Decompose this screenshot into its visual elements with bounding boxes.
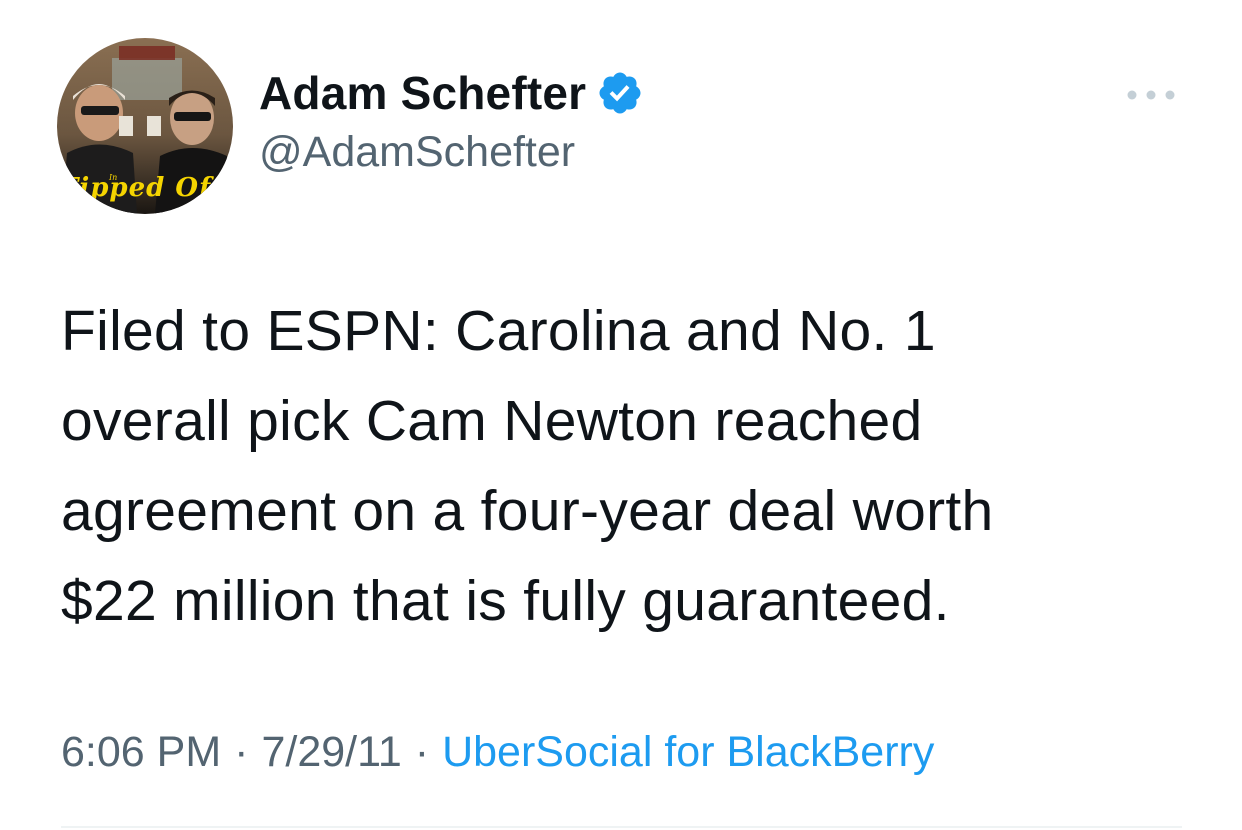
author-block: Adam Schefter @AdamSchefter	[259, 62, 644, 177]
meta-separator: ·	[414, 728, 430, 776]
verified-badge-icon	[596, 69, 644, 117]
author-handle[interactable]: @AdamSchefter	[259, 128, 644, 177]
tweet-source-link[interactable]: UberSocial for BlackBerry	[442, 728, 934, 777]
more-horizontal-icon	[1127, 90, 1175, 100]
tweet-metadata: 6:06 PM · 7/29/11 · UberSocial for Black…	[61, 728, 934, 777]
name-row: Adam Schefter	[259, 62, 644, 124]
author-display-name[interactable]: Adam Schefter	[259, 66, 586, 120]
tweet-card: In Tipped Off Adam Schefter @AdamSchefte…	[0, 0, 1242, 830]
avatar[interactable]: In Tipped Off	[57, 38, 233, 214]
tweet-date[interactable]: 7/29/11	[261, 728, 401, 777]
tweet-time[interactable]: 6:06 PM	[61, 728, 221, 777]
avatar-image: In Tipped Off	[57, 38, 233, 214]
divider	[61, 826, 1182, 828]
tweet-text: Filed to ESPN: Carolina and No. 1 overal…	[61, 299, 994, 633]
more-options-button[interactable]	[1124, 80, 1178, 110]
avatar-caption: Tipped Off	[59, 173, 226, 203]
meta-separator: ·	[234, 728, 249, 776]
